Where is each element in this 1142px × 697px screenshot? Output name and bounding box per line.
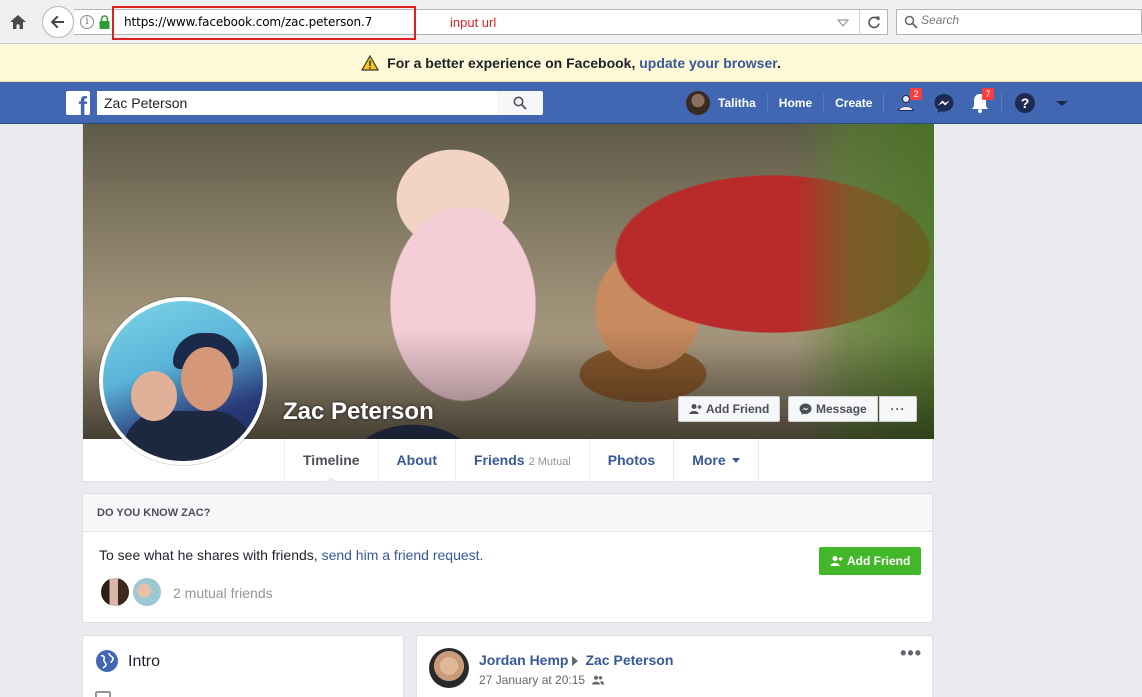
messenger-button[interactable] xyxy=(932,91,956,115)
timeline-post: Jordan Hemp Zac Peterson 27 January at 20… xyxy=(416,635,933,697)
nav-divider xyxy=(883,94,885,112)
tab-photos[interactable]: Photos xyxy=(588,439,673,482)
friends-audience-icon xyxy=(592,675,605,685)
browser-warning-banner: For a better experience on Facebook, upd… xyxy=(0,44,1142,82)
avatar[interactable] xyxy=(429,648,469,688)
profile-link[interactable]: Talitha xyxy=(716,92,767,114)
post-timestamp[interactable]: 27 January at 20:15 xyxy=(479,673,605,687)
add-friend-button[interactable]: Add Friend xyxy=(678,396,781,422)
url-text[interactable]: https://www.facebook.com/zac.peterson.7 xyxy=(124,15,372,29)
profile-tabs: Timeline About Friends 2 Mutual Photos Mo… xyxy=(284,439,759,483)
help-icon: ? xyxy=(1015,93,1035,113)
more-options-button[interactable]: ··· xyxy=(879,396,917,422)
add-friend-icon xyxy=(689,404,702,414)
browser-toolbar: i https://www.facebook.com/zac.peterson.… xyxy=(0,0,1142,44)
tab-label: About xyxy=(396,452,437,468)
facebook-header: f Talitha Home Create 2 xyxy=(0,82,1142,124)
profile-picture-face xyxy=(131,371,177,421)
briefcase-icon xyxy=(95,691,111,697)
post-date: 27 January at 20:15 xyxy=(479,673,586,687)
user-avatar[interactable] xyxy=(686,91,710,115)
help-button[interactable]: ? xyxy=(1013,91,1037,115)
banner-end: . xyxy=(776,55,781,71)
send-friend-request-link[interactable]: send him a friend request. xyxy=(322,547,484,563)
intro-title: Intro xyxy=(128,653,161,670)
intro-card: Intro xyxy=(82,635,404,697)
tab-about[interactable]: About xyxy=(377,439,455,482)
reload-button[interactable] xyxy=(859,10,887,34)
create-link[interactable]: Create xyxy=(824,92,883,114)
post-options-button[interactable]: ••• xyxy=(900,644,922,662)
more-options-dots: ··· xyxy=(890,402,906,416)
post-author-link[interactable]: Jordan Hemp xyxy=(479,652,568,668)
avatar[interactable] xyxy=(131,576,163,608)
do-you-know-card: DO YOU KNOW ZAC? To see what he shares w… xyxy=(82,493,933,623)
mutual-friends-link[interactable]: 2 mutual friends xyxy=(173,585,273,601)
notifications-badge: 7 xyxy=(982,88,994,100)
post-target-link[interactable]: Zac Peterson xyxy=(585,652,673,668)
message-button[interactable]: Message xyxy=(788,396,878,422)
tab-label: Friends xyxy=(473,452,525,468)
info-icon[interactable]: i xyxy=(80,15,94,29)
dropdown-arrow-icon[interactable] xyxy=(837,17,849,29)
banner-text: For a better experience on Facebook, xyxy=(387,55,640,71)
do-you-know-text: To see what he shares with friends, send… xyxy=(99,547,483,563)
tab-friends[interactable]: Friends 2 Mutual xyxy=(454,439,589,482)
messenger-icon xyxy=(934,94,954,113)
add-friend-label: Add Friend xyxy=(706,402,770,416)
message-label: Message xyxy=(816,402,867,416)
add-friend-label: Add Friend xyxy=(847,554,911,568)
home-icon[interactable] xyxy=(8,12,28,32)
reload-icon xyxy=(867,16,880,29)
caret-down-icon xyxy=(1056,101,1068,106)
header-nav: Talitha Home Create xyxy=(686,91,885,115)
facebook-search-button[interactable] xyxy=(497,91,543,115)
mutual-count: 2 Mutual xyxy=(528,456,571,468)
facebook-logo-icon[interactable]: f xyxy=(66,91,90,115)
arrow-left-icon xyxy=(50,15,64,29)
tab-label: Photos xyxy=(607,452,656,468)
search-icon xyxy=(904,15,918,29)
search-icon xyxy=(513,96,527,110)
profile-picture[interactable] xyxy=(99,297,267,465)
avatar[interactable] xyxy=(99,576,131,608)
post-author-line: Jordan Hemp Zac Peterson xyxy=(479,652,673,668)
browser-search-input[interactable] xyxy=(921,13,1131,27)
tab-label: More xyxy=(692,452,726,468)
do-you-know-heading: DO YOU KNOW ZAC? xyxy=(83,494,932,532)
nav-divider xyxy=(1001,94,1002,112)
friend-requests-button[interactable]: 2 xyxy=(896,88,922,115)
profile-picture-face xyxy=(181,347,233,411)
profile-picture-body xyxy=(123,411,253,461)
do-you-know-prompt: To see what he shares with friends, xyxy=(99,547,322,563)
tab-timeline[interactable]: Timeline xyxy=(284,439,378,483)
tab-label: Timeline xyxy=(303,452,360,468)
caret-down-icon xyxy=(731,458,740,467)
facebook-search-input[interactable] xyxy=(97,91,487,115)
add-friend-icon xyxy=(830,556,843,566)
warning-icon xyxy=(361,55,380,71)
lock-icon[interactable] xyxy=(99,15,110,29)
arrow-right-icon xyxy=(572,656,583,666)
profile-header: Zac Peterson Add Friend Message ··· Time… xyxy=(82,124,934,483)
messenger-icon xyxy=(799,403,812,415)
friend-requests-badge: 2 xyxy=(910,88,922,100)
update-browser-link[interactable]: update your browser xyxy=(639,55,777,71)
add-friend-green-button[interactable]: Add Friend xyxy=(819,547,922,575)
svg-text:?: ? xyxy=(1021,95,1030,111)
notifications-button[interactable]: 7 xyxy=(968,88,994,115)
account-menu-button[interactable] xyxy=(1050,91,1074,115)
browser-search-box[interactable] xyxy=(896,9,1142,35)
home-link[interactable]: Home xyxy=(768,92,823,114)
tab-more[interactable]: More xyxy=(673,439,759,482)
facebook-search[interactable] xyxy=(97,91,497,115)
profile-name[interactable]: Zac Peterson xyxy=(283,398,434,426)
url-annotation: input url xyxy=(450,15,497,30)
back-button[interactable] xyxy=(42,6,74,38)
globe-icon xyxy=(96,650,118,672)
